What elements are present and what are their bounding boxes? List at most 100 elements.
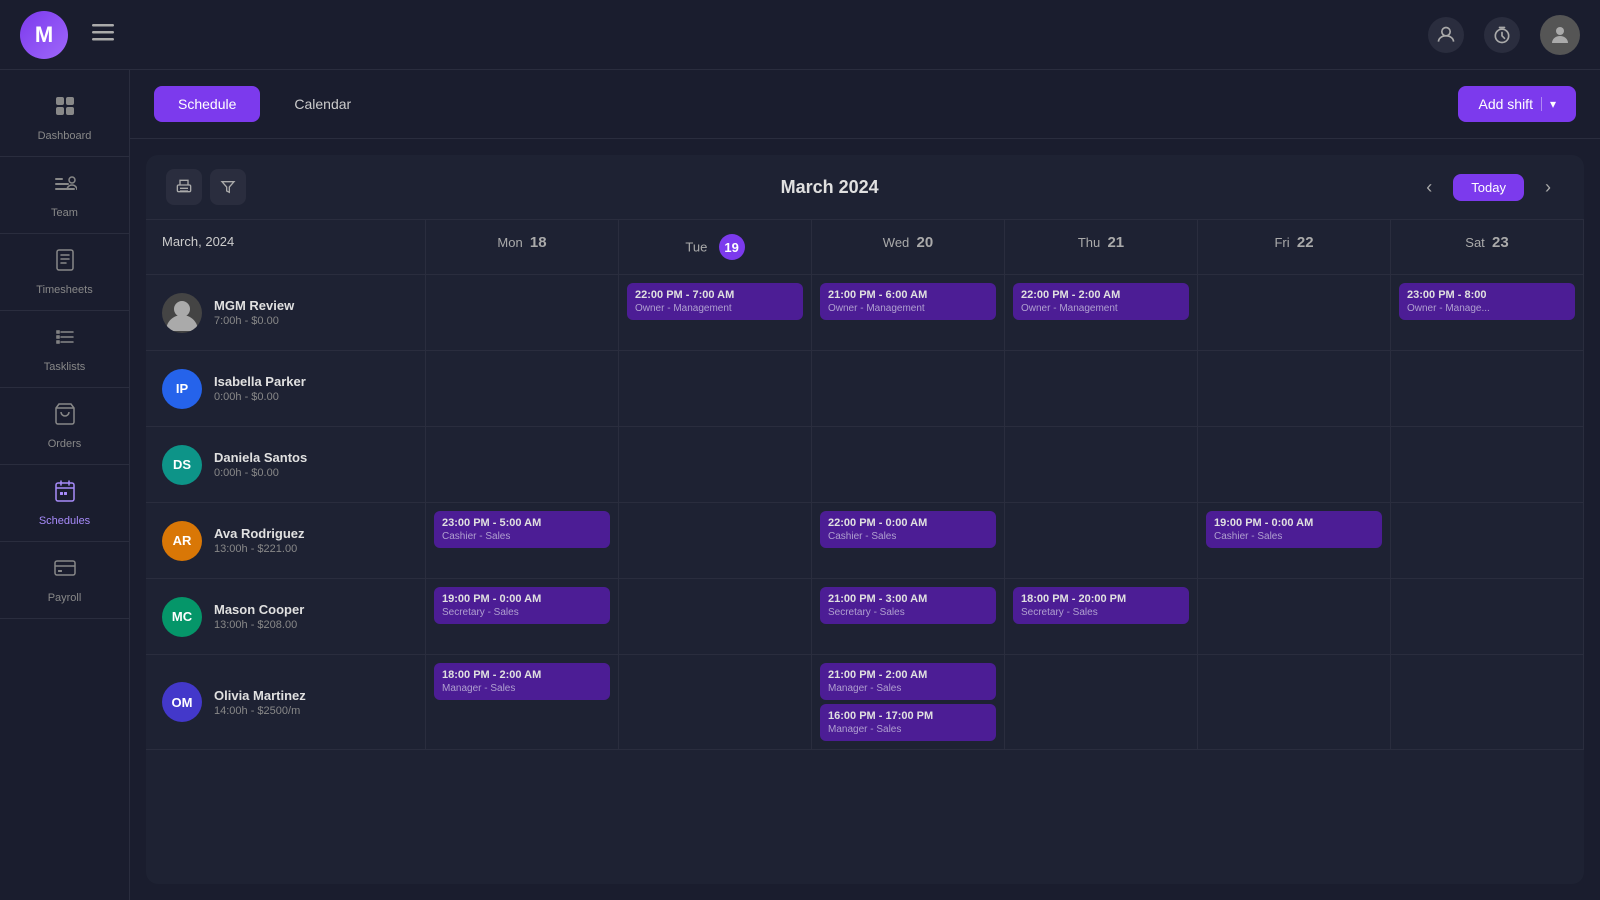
shift-block[interactable]: 21:00 PM - 6:00 AM Owner - Management — [820, 283, 996, 320]
shift-block[interactable]: 16:00 PM - 17:00 PM Manager - Sales — [820, 704, 996, 741]
avatar: MC — [162, 597, 202, 637]
employee-hours: 0:00h - $0.00 — [214, 391, 409, 403]
shift-cell-tue — [619, 655, 812, 749]
employee-hours: 13:00h - $208.00 — [214, 619, 409, 631]
sidebar-item-schedules[interactable]: Schedules — [0, 465, 129, 542]
day-header-fri: Fri 22 — [1198, 220, 1391, 274]
shift-cell-mon — [426, 351, 619, 426]
shift-cell-tue[interactable]: 22:00 PM - 7:00 AM Owner - Management — [619, 275, 812, 350]
app-logo[interactable]: M — [20, 11, 68, 59]
shift-cell-mon[interactable]: 23:00 PM - 5:00 AM Cashier - Sales — [426, 503, 619, 578]
sidebar-item-tasklists[interactable]: Tasklists — [0, 311, 129, 388]
shift-block[interactable]: 19:00 PM - 0:00 AM Secretary - Sales — [434, 587, 610, 624]
shift-cell-sat — [1391, 351, 1584, 426]
sidebar-item-payroll[interactable]: Payroll — [0, 542, 129, 619]
shift-block[interactable]: 18:00 PM - 20:00 PM Secretary - Sales — [1013, 587, 1189, 624]
shift-cell-tue — [619, 579, 812, 654]
avatar: AR — [162, 521, 202, 561]
tasklists-icon — [53, 325, 77, 355]
timesheets-icon — [53, 248, 77, 278]
next-button[interactable]: › — [1532, 171, 1564, 203]
shift-block[interactable]: 23:00 PM - 8:00 Owner - Manage... — [1399, 283, 1575, 320]
prev-button[interactable]: ‹ — [1413, 171, 1445, 203]
avatar: IP — [162, 369, 202, 409]
shift-block[interactable]: 22:00 PM - 7:00 AM Owner - Management — [627, 283, 803, 320]
employee-name: Olivia Martinez — [214, 688, 409, 703]
sidebar-item-orders[interactable]: Orders — [0, 388, 129, 465]
employee-hours: 0:00h - $0.00 — [214, 467, 409, 479]
table-row: MGM Review 7:00h - $0.00 22:00 PM - 7:00… — [146, 275, 1584, 351]
day-header-wed: Wed 20 — [812, 220, 1005, 274]
shift-cell-tue — [619, 503, 812, 578]
shift-cell-thu — [1005, 351, 1198, 426]
timer-icon[interactable] — [1484, 17, 1520, 53]
sidebar: Dashboard Team Timesheets — [0, 70, 130, 900]
print-button[interactable] — [166, 169, 202, 205]
sidebar-item-dashboard[interactable]: Dashboard — [0, 80, 129, 157]
dashboard-icon — [53, 94, 77, 124]
shift-cell-mon[interactable]: 19:00 PM - 0:00 AM Secretary - Sales — [426, 579, 619, 654]
employee-details: Olivia Martinez 14:00h - $2500/m — [214, 688, 409, 717]
avatar: OM — [162, 682, 202, 722]
schedule-tools — [166, 169, 246, 205]
payroll-icon — [53, 556, 77, 586]
shift-cell-wed[interactable]: 22:00 PM - 0:00 AM Cashier - Sales — [812, 503, 1005, 578]
employee-details: Mason Cooper 13:00h - $208.00 — [214, 602, 409, 631]
shift-cell-thu — [1005, 427, 1198, 502]
schedule-title: March 2024 — [246, 177, 1413, 198]
table-row: DS Daniela Santos 0:00h - $0.00 — [146, 427, 1584, 503]
employee-hours: 7:00h - $0.00 — [214, 315, 409, 327]
shift-cell-fri[interactable]: 19:00 PM - 0:00 AM Cashier - Sales — [1198, 503, 1391, 578]
employee-name: Daniela Santos — [214, 450, 409, 465]
notifications-icon[interactable] — [1428, 17, 1464, 53]
user-avatar[interactable] — [1540, 15, 1580, 55]
employee-name: MGM Review — [214, 298, 409, 313]
shift-block[interactable]: 19:00 PM - 0:00 AM Cashier - Sales — [1206, 511, 1382, 548]
employee-hours: 14:00h - $2500/m — [214, 705, 409, 717]
orders-icon — [53, 402, 77, 432]
shift-block[interactable]: 22:00 PM - 2:00 AM Owner - Management — [1013, 283, 1189, 320]
add-shift-button[interactable]: Add shift ▾ — [1458, 86, 1576, 122]
sidebar-label-tasklists: Tasklists — [44, 361, 86, 373]
sidebar-item-team[interactable]: Team — [0, 157, 129, 234]
sidebar-label-dashboard: Dashboard — [38, 130, 92, 142]
shift-cell-wed[interactable]: 21:00 PM - 3:00 AM Secretary - Sales — [812, 579, 1005, 654]
employee-name: Isabella Parker — [214, 374, 409, 389]
shift-cell-sat — [1391, 579, 1584, 654]
shift-cell-thu — [1005, 503, 1198, 578]
day-headers-row: March, 2024 Mon 18 Tue 19 Wed 20 Thu — [146, 220, 1584, 275]
nav-controls: ‹ Today › — [1413, 171, 1564, 203]
shift-cell-sat — [1391, 655, 1584, 749]
today-button[interactable]: Today — [1453, 174, 1524, 201]
sidebar-item-timesheets[interactable]: Timesheets — [0, 234, 129, 311]
tab-schedule[interactable]: Schedule — [154, 86, 260, 122]
shift-cell-sat[interactable]: 23:00 PM - 8:00 Owner - Manage... — [1391, 275, 1584, 350]
hamburger-menu[interactable] — [84, 13, 122, 57]
shift-cell-fri — [1198, 275, 1391, 350]
shift-cell-tue — [619, 351, 812, 426]
employee-info-ds: DS Daniela Santos 0:00h - $0.00 — [146, 427, 426, 502]
shift-cell-tue — [619, 427, 812, 502]
shift-cell-mon — [426, 427, 619, 502]
shift-block[interactable]: 18:00 PM - 2:00 AM Manager - Sales — [434, 663, 610, 700]
shift-block[interactable]: 21:00 PM - 3:00 AM Secretary - Sales — [820, 587, 996, 624]
shift-cell-thu[interactable]: 22:00 PM - 2:00 AM Owner - Management — [1005, 275, 1198, 350]
avatar: DS — [162, 445, 202, 485]
shift-block[interactable]: 23:00 PM - 5:00 AM Cashier - Sales — [434, 511, 610, 548]
day-header-sat: Sat 23 — [1391, 220, 1584, 274]
shift-block[interactable]: 22:00 PM - 0:00 AM Cashier - Sales — [820, 511, 996, 548]
team-icon — [53, 171, 77, 201]
content-area: Schedule Calendar Add shift ▾ — [130, 70, 1600, 900]
table-row: IP Isabella Parker 0:00h - $0.00 — [146, 351, 1584, 427]
shift-cell-wed[interactable]: 21:00 PM - 6:00 AM Owner - Management — [812, 275, 1005, 350]
tab-bar: Schedule Calendar Add shift ▾ — [130, 70, 1600, 139]
shift-cell-fri — [1198, 351, 1391, 426]
tab-calendar[interactable]: Calendar — [270, 86, 375, 122]
shift-cell-thu[interactable]: 18:00 PM - 20:00 PM Secretary - Sales — [1005, 579, 1198, 654]
filter-button[interactable] — [210, 169, 246, 205]
schedules-icon — [53, 479, 77, 509]
shift-cell-mon[interactable]: 18:00 PM - 2:00 AM Manager - Sales — [426, 655, 619, 749]
shift-cell-wed[interactable]: 21:00 PM - 2:00 AM Manager - Sales 16:00… — [812, 655, 1005, 749]
shift-cell-sat — [1391, 427, 1584, 502]
shift-block[interactable]: 21:00 PM - 2:00 AM Manager - Sales — [820, 663, 996, 700]
